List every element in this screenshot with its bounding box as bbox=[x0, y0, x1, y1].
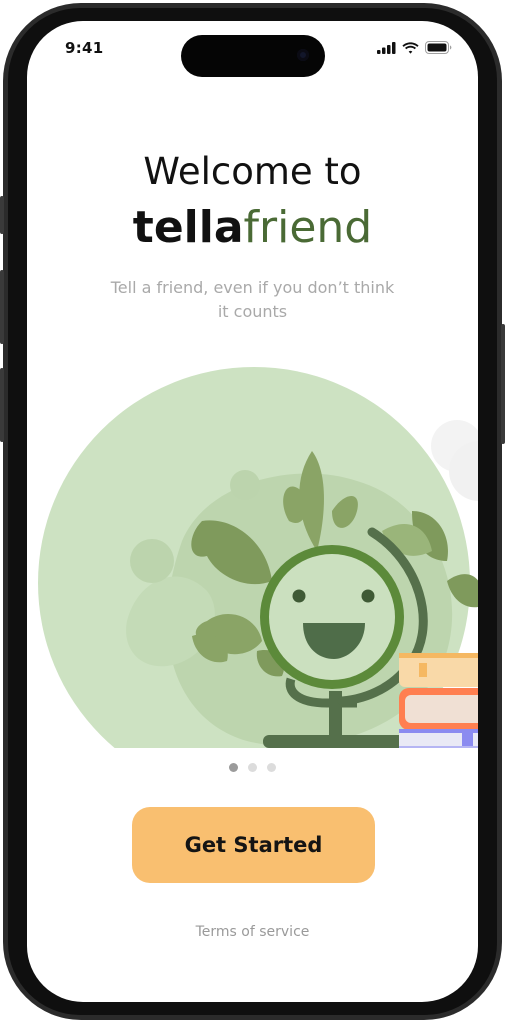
tagline: Tell a friend, even if you don’t think i… bbox=[110, 278, 395, 321]
eye-left bbox=[292, 589, 306, 603]
eye-right bbox=[361, 589, 375, 603]
action-button bbox=[0, 196, 4, 234]
brand-name: tellafriend bbox=[27, 200, 478, 256]
signal-icon bbox=[377, 41, 396, 54]
camera-icon bbox=[297, 49, 309, 61]
wifi-icon bbox=[402, 41, 419, 54]
pagination-dots bbox=[27, 763, 478, 772]
welcome-heading: Welcome to bbox=[143, 150, 362, 193]
volume-down-button bbox=[0, 368, 4, 442]
side-button bbox=[501, 324, 505, 444]
pagination-dot-3[interactable] bbox=[267, 763, 276, 772]
terms-of-service-link[interactable]: Terms of service bbox=[27, 924, 478, 940]
globe-illustration bbox=[38, 367, 478, 748]
books-illustration bbox=[399, 653, 478, 748]
status-icons bbox=[377, 41, 452, 54]
brand-name-bold: tella bbox=[132, 202, 244, 253]
get-started-button[interactable]: Get Started bbox=[132, 807, 375, 883]
dynamic-island bbox=[181, 35, 325, 77]
pagination-dot-1[interactable] bbox=[229, 763, 238, 772]
brand-name-green: friend bbox=[243, 202, 373, 253]
screen: 9:41 Welcome to tellafriend Tell a frien… bbox=[27, 21, 478, 1002]
status-time: 9:41 bbox=[65, 39, 104, 57]
battery-icon bbox=[425, 41, 452, 54]
volume-up-button bbox=[0, 270, 4, 344]
pagination-dot-2[interactable] bbox=[248, 763, 257, 772]
status-bar: 9:41 bbox=[27, 21, 478, 81]
